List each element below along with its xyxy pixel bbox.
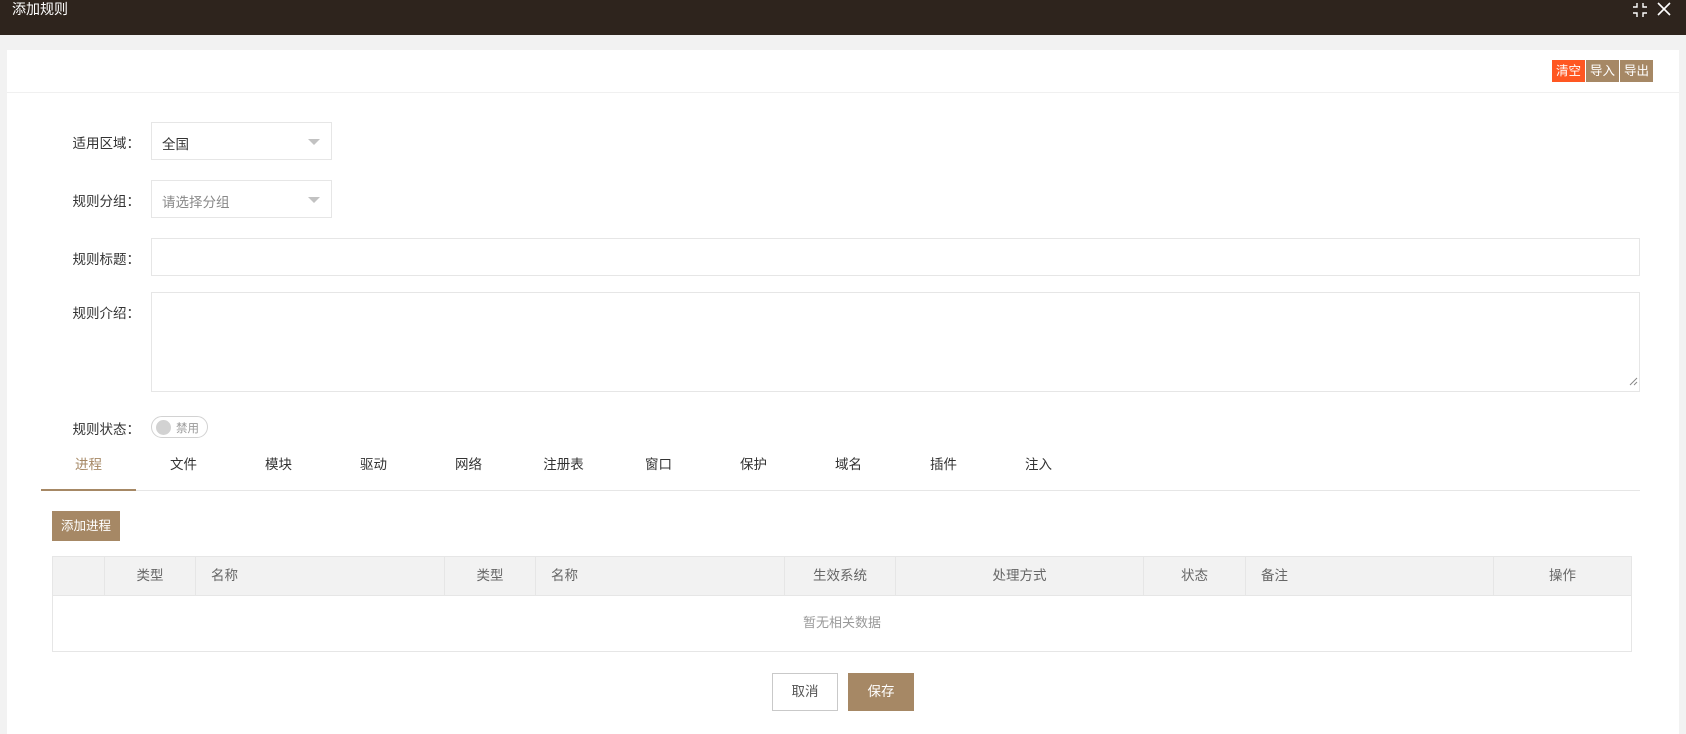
clear-button[interactable]: 清空 [1551, 60, 1585, 82]
region-select[interactable]: 全国 [151, 122, 332, 160]
col-remark: 备注 [1246, 557, 1494, 595]
tab-module[interactable]: 模块 [231, 446, 326, 491]
restore-icon[interactable] [1630, 0, 1650, 20]
resize-grip-icon[interactable] [1629, 375, 1638, 390]
col-type-2: 类型 [445, 557, 536, 595]
switch-knob [156, 420, 171, 435]
tab-file[interactable]: 文件 [136, 446, 231, 491]
tab-inject[interactable]: 注入 [991, 446, 1086, 491]
region-label: 适用区域： [72, 136, 141, 152]
tab-protect[interactable]: 保护 [706, 446, 801, 491]
switch-text: 禁用 [176, 421, 199, 435]
status-label: 规则状态： [72, 422, 141, 438]
col-action-mode: 处理方式 [896, 557, 1144, 595]
rules-table: 类型 名称 类型 名称 生效系统 处理方式 状态 备注 操作 暂无相关数据 [52, 556, 1632, 652]
title-bar: 添加规则 [0, 0, 1686, 35]
title-input[interactable] [151, 238, 1640, 276]
chevron-down-icon [308, 139, 320, 145]
tab-plugin[interactable]: 插件 [896, 446, 991, 491]
col-operation: 操作 [1549, 568, 1576, 584]
col-type: 类型 [105, 557, 196, 595]
cancel-button[interactable]: 取消 [772, 673, 838, 711]
col-checkbox [53, 557, 105, 595]
dialog-panel: 清空 导入 导出 适用区域： 全国 规则分组： 请选择分组 规则标题： 规则介绍… [7, 50, 1679, 734]
chevron-down-icon [308, 197, 320, 203]
col-status: 状态 [1144, 557, 1246, 595]
add-process-button[interactable]: 添加进程 [52, 511, 120, 541]
toolbar-divider [7, 92, 1679, 93]
tab-window[interactable]: 窗口 [611, 446, 706, 491]
tab-registry[interactable]: 注册表 [516, 446, 611, 491]
table-header: 类型 名称 类型 名称 生效系统 处理方式 状态 备注 操作 [53, 557, 1631, 596]
tab-process[interactable]: 进程 [41, 446, 136, 491]
col-system: 生效系统 [785, 557, 896, 595]
export-button[interactable]: 导出 [1619, 60, 1653, 82]
col-name: 名称 [196, 557, 445, 595]
group-placeholder: 请选择分组 [162, 195, 230, 211]
toolbar: 清空 导入 导出 [1551, 60, 1653, 82]
title-label: 规则标题： [72, 252, 141, 268]
tab-driver[interactable]: 驱动 [326, 446, 421, 491]
intro-textarea[interactable] [151, 292, 1640, 392]
group-select[interactable]: 请选择分组 [151, 180, 332, 218]
tab-bar: 进程 文件 模块 驱动 网络 注册表 窗口 保护 域名 插件 注入 [41, 446, 1640, 491]
close-icon[interactable] [1654, 0, 1674, 20]
status-switch[interactable]: 禁用 [151, 416, 208, 438]
col-name-2: 名称 [536, 557, 785, 595]
tab-network[interactable]: 网络 [421, 446, 516, 491]
import-button[interactable]: 导入 [1585, 60, 1619, 82]
window-title: 添加规则 [12, 2, 68, 18]
group-label: 规则分组： [72, 194, 141, 210]
table-empty-text: 暂无相关数据 [802, 616, 881, 631]
save-button[interactable]: 保存 [848, 673, 914, 711]
intro-label: 规则介绍： [72, 306, 141, 322]
tab-domain[interactable]: 域名 [801, 446, 896, 491]
region-value: 全国 [162, 137, 189, 153]
